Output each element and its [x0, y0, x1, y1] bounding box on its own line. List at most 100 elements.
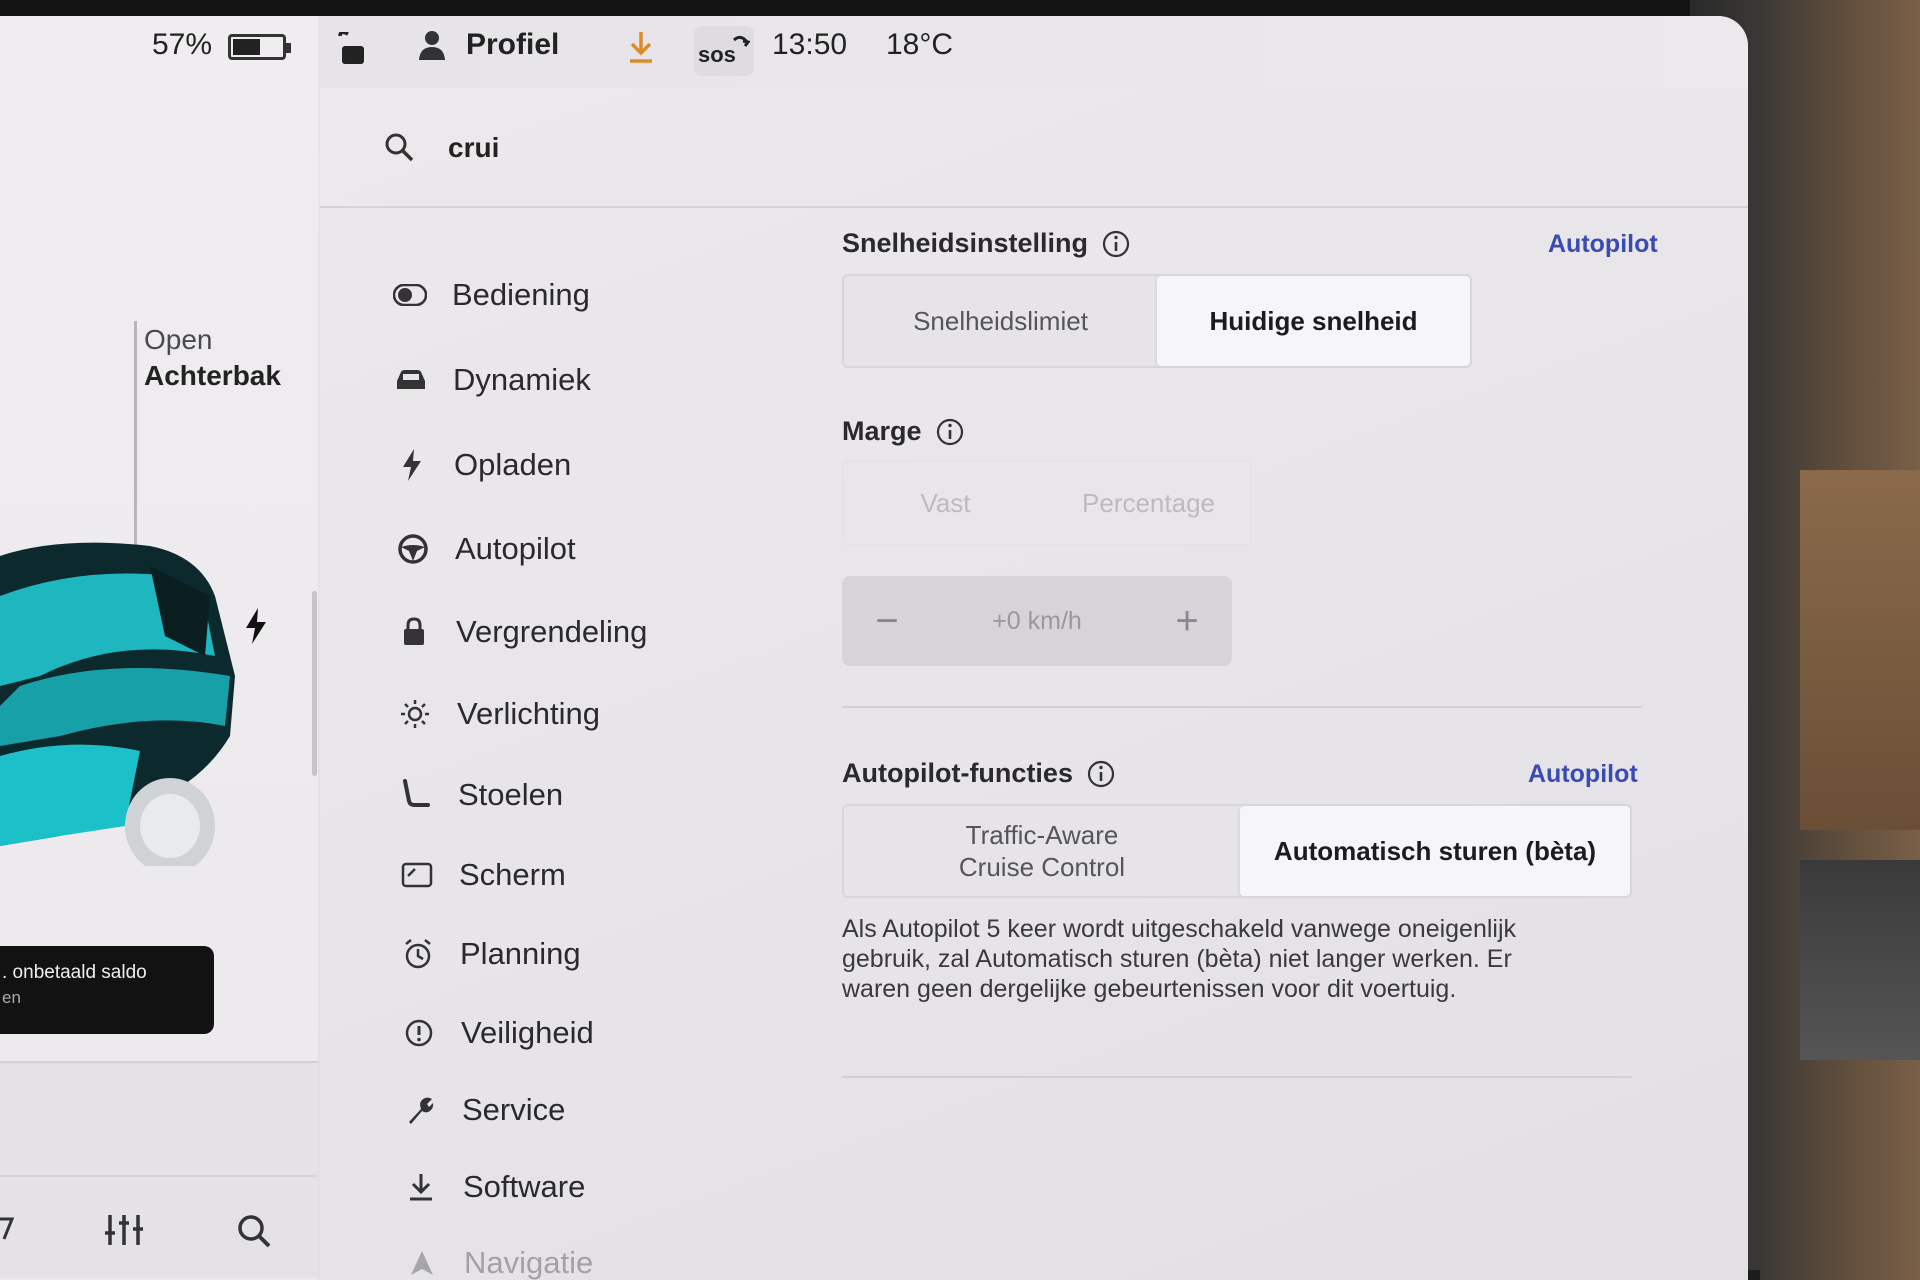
profile-button[interactable]: Profiel [418, 28, 559, 62]
menu-item-label: Navigatie [464, 1245, 594, 1280]
sos-button[interactable]: sos [694, 26, 754, 76]
steering-wheel-icon [398, 534, 428, 564]
autopilot-features-heading: Autopilot-functies [842, 758, 1115, 789]
decrease-button[interactable]: − [870, 601, 904, 641]
unpaid-balance-toast[interactable]: . onbetaald saldo en [0, 946, 214, 1034]
sun-icon [401, 700, 429, 728]
alarm-clock-icon [405, 939, 431, 969]
menu-item-label: Opladen [454, 447, 572, 482]
navigation-icon [411, 1251, 433, 1275]
sos-label: sos [698, 42, 736, 67]
partial-icon[interactable] [0, 1213, 16, 1243]
menu-item-label: Software [463, 1169, 586, 1204]
menu-item-service[interactable]: Service [400, 1088, 565, 1132]
search-icon[interactable] [236, 1213, 272, 1249]
menu-item-navigatie[interactable]: Navigatie [402, 1241, 593, 1280]
menu-item-planning[interactable]: Planning [398, 932, 581, 976]
menu-item-dynamiek[interactable]: Dynamiek [391, 358, 591, 402]
menu-item-veiligheid[interactable]: Veiligheid [399, 1011, 594, 1055]
section-divider [842, 706, 1642, 708]
charging-bolt-icon [246, 608, 266, 644]
speed-setting-heading: Snelheidsinstelling [842, 228, 1130, 259]
bolt-icon [403, 449, 421, 481]
speed-setting-segmented-control: Snelheidslimiet Huidige snelheid [842, 274, 1472, 368]
menu-item-scherm[interactable]: Scherm [397, 853, 566, 897]
menu-item-opladen[interactable]: Opladen [392, 443, 571, 487]
info-icon[interactable] [1102, 230, 1130, 258]
car-panel: Open Achterbak . onbetaald saldo en [0, 16, 318, 1280]
menu-item-label: Stoelen [458, 777, 564, 812]
option-autosteer-beta[interactable]: Automatisch sturen (bèta) [1240, 806, 1630, 896]
download-icon [410, 1174, 432, 1201]
option-current-speed[interactable]: Huidige snelheid [1157, 276, 1470, 366]
menu-item-label: Autopilot [455, 531, 576, 566]
settings-panel: crui Bediening Dynamiek Opladen Autopilo… [320, 88, 1748, 1280]
trunk-open-label: Open [144, 324, 213, 355]
menu-item-software[interactable]: Software [401, 1165, 585, 1209]
menu-item-label: Scherm [459, 857, 566, 892]
seat-icon [403, 779, 430, 807]
margin-stepper: − +0 km/h + [842, 576, 1232, 666]
menu-item-label: Service [462, 1092, 566, 1127]
toggle-icon [393, 284, 427, 306]
note-line-3: waren geen dergelijke gebeurtenissen voo… [842, 975, 1457, 1003]
note-line-1: Als Autopilot 5 keer wordt uitgeschakeld… [842, 915, 1517, 943]
info-icon[interactable] [936, 418, 964, 446]
lock-icon [404, 617, 424, 645]
speed-setting-autopilot-link[interactable]: Autopilot [1548, 230, 1658, 259]
outside-temperature: 18°C [886, 28, 954, 61]
option-traffic-aware-cruise-control[interactable]: Traffic-Aware Cruise Control [844, 806, 1240, 896]
margin-heading: Marge [842, 416, 964, 447]
phone-call-icon [733, 35, 750, 47]
unlock-icon[interactable] [336, 32, 366, 68]
option-label-line-2: Cruise Control [958, 852, 1126, 882]
menu-item-stoelen[interactable]: Stoelen [396, 773, 563, 817]
clock: 13:50 [772, 28, 848, 61]
open-trunk-button[interactable]: Open Achterbak [144, 322, 281, 394]
margin-title: Marge [842, 416, 922, 446]
menu-item-label: Planning [460, 936, 581, 971]
section-divider [842, 1076, 1632, 1078]
increase-button[interactable]: + [1170, 601, 1204, 641]
battery-icon [228, 34, 291, 60]
margin-value: +0 km/h [992, 606, 1082, 635]
search-input[interactable]: crui [448, 132, 499, 164]
option-percentage[interactable]: Percentage [1047, 462, 1250, 544]
battery-percent: 57% [152, 28, 213, 61]
toast-text: . onbetaald saldo [2, 962, 147, 983]
toast-subtext: en [2, 988, 21, 1007]
menu-item-vergrendeling[interactable]: Vergrendeling [394, 610, 647, 654]
touchscreen: Open Achterbak . onbetaald saldo en 57% … [0, 16, 1748, 1280]
speed-setting-title: Snelheidsinstelling [842, 228, 1089, 258]
car-icon [397, 370, 425, 389]
status-bar: 57% Profiel sos 13:50 18°C [0, 16, 1748, 88]
settings-search-bar[interactable]: crui [320, 88, 1748, 208]
menu-item-bediening[interactable]: Bediening [390, 273, 590, 317]
menu-item-verlichting[interactable]: Verlichting [395, 692, 600, 736]
option-label-line-1: Traffic-Aware [965, 820, 1119, 850]
option-fixed[interactable]: Vast [844, 462, 1047, 544]
info-icon[interactable] [1087, 760, 1115, 788]
autopilot-features-segmented-control: Traffic-Aware Cruise Control Automatisch… [842, 804, 1632, 898]
menu-item-label: Bediening [452, 277, 590, 312]
menu-item-label: Veiligheid [461, 1015, 594, 1050]
autopilot-strike-note: Als Autopilot 5 keer wordt uitgeschakeld… [842, 914, 1642, 1004]
car-model-image [0, 542, 235, 866]
controls-sliders-icon[interactable] [104, 1213, 144, 1247]
option-speed-limit[interactable]: Snelheidslimiet [844, 276, 1157, 366]
profile-label: Profiel [466, 28, 560, 61]
search-icon [385, 133, 414, 162]
panel-scrollbar[interactable] [312, 591, 317, 776]
wrench-icon [409, 1097, 434, 1124]
autopilot-features-title: Autopilot-functies [842, 758, 1073, 788]
screen-icon [401, 862, 433, 888]
trunk-line [134, 321, 137, 551]
margin-type-segmented-control: Vast Percentage [842, 460, 1252, 546]
bottom-quick-bar [0, 1061, 318, 1278]
menu-item-label: Vergrendeling [456, 614, 648, 649]
menu-item-label: Dynamiek [453, 362, 591, 397]
autopilot-features-link[interactable]: Autopilot [1528, 760, 1638, 789]
menu-item-autopilot[interactable]: Autopilot [393, 527, 576, 571]
person-icon [419, 31, 445, 60]
download-icon[interactable] [628, 30, 654, 64]
